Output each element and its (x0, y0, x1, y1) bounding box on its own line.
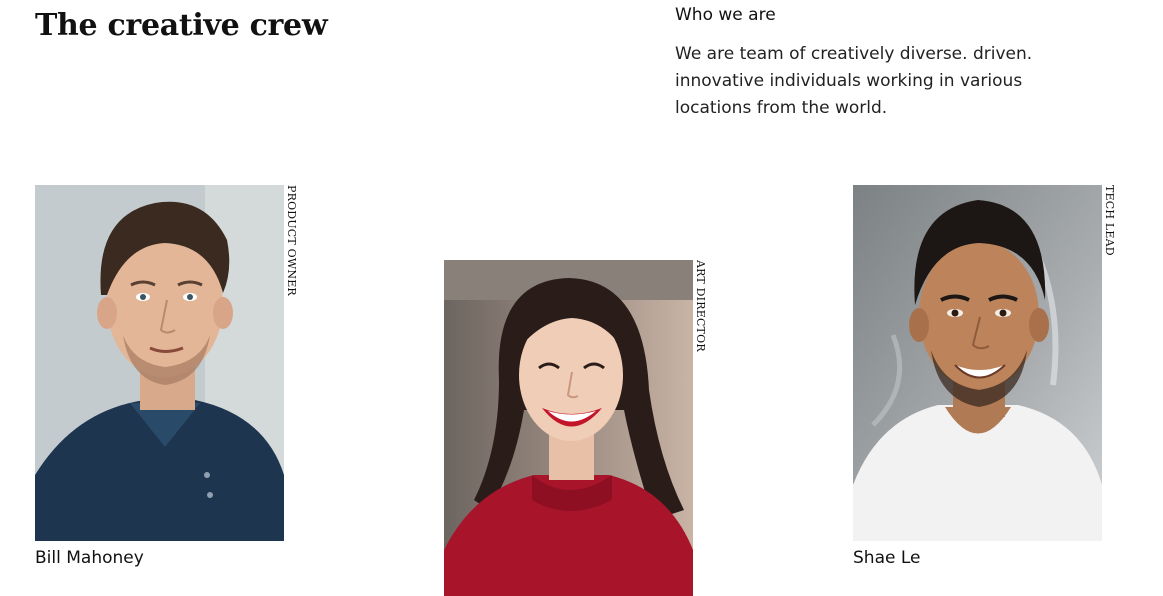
who-we-are-heading: Who we are (675, 5, 776, 25)
team-member-photo (35, 185, 284, 541)
team-member-photo (853, 185, 1102, 541)
who-we-are-section: Who we are We are team of creatively div… (675, 4, 1095, 122)
team-member-name: Shae Le (853, 548, 921, 568)
team-member-role: ART DIRECTOR (694, 260, 707, 352)
team-member-photo (444, 260, 693, 596)
who-we-are-text: We are team of creatively diverse. drive… (675, 44, 1033, 118)
man-portrait-photo-icon (853, 185, 1102, 541)
page-title: The creative crew (35, 8, 328, 43)
team-member-name: Bill Mahoney (35, 548, 144, 568)
man-portrait-photo-icon (35, 185, 284, 541)
team-member-role: PRODUCT OWNER (285, 185, 298, 296)
team-member-role: TECH LEAD (1103, 185, 1116, 256)
woman-portrait-photo-icon (444, 260, 693, 596)
